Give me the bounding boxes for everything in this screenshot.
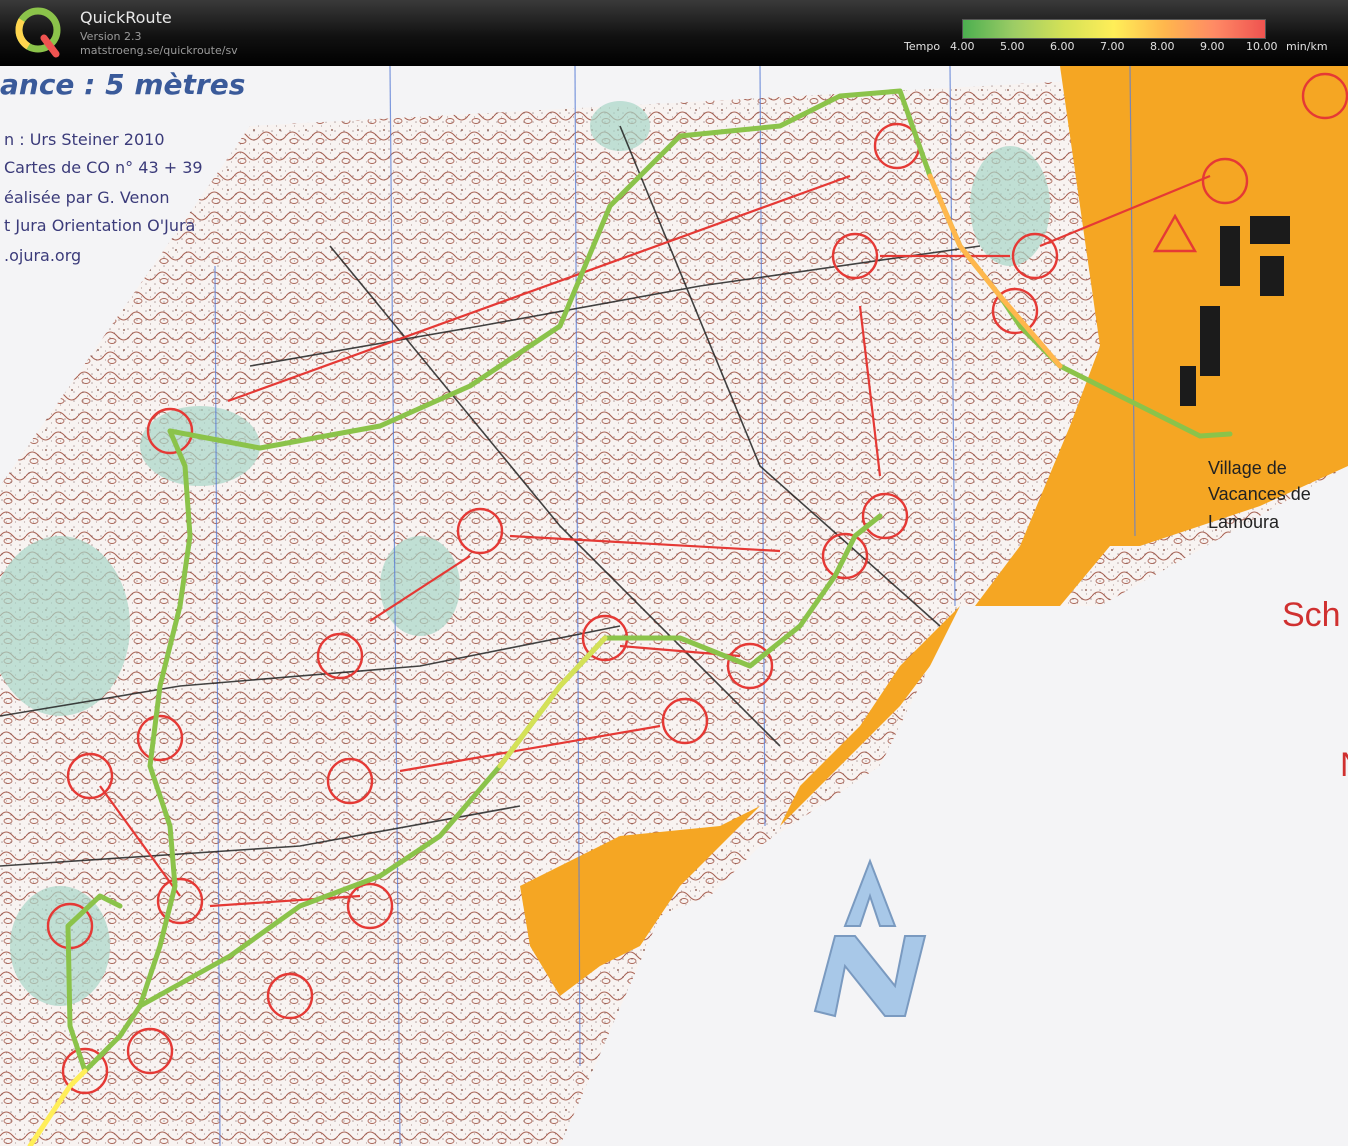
legend-tick: 6.00 — [1050, 40, 1075, 53]
legend-tick: 4.00 — [950, 40, 975, 53]
map-credit-line: t Jura Orientation O'Jura — [4, 216, 196, 235]
legend-tick: 5.00 — [1000, 40, 1025, 53]
legend-label: Tempo — [904, 40, 941, 53]
legend-tick: 7.00 — [1100, 40, 1125, 53]
handwritten-note: N — [1340, 746, 1348, 785]
place-label: Village de — [1208, 458, 1287, 478]
app-version: Version 2.3 — [80, 30, 142, 43]
place-label: Lamoura — [1208, 512, 1280, 532]
legend-tick: 10.00 — [1246, 40, 1278, 53]
place-label: Vacances de — [1208, 484, 1311, 504]
quickroute-logo-icon — [15, 7, 61, 58]
app-title: QuickRoute — [80, 8, 172, 27]
map-credit-line: Cartes de CO n° 43 + 39 — [4, 158, 203, 177]
legend-tick: 9.00 — [1200, 40, 1225, 53]
app-url[interactable]: matstroeng.se/quickroute/sv — [80, 44, 238, 57]
map-canvas — [0, 66, 1348, 1146]
map-credit-line: éalisée par G. Venon — [4, 188, 170, 207]
app-header: QuickRoute Version 2.3 matstroeng.se/qui… — [0, 0, 1348, 66]
legend-unit: min/km — [1286, 40, 1328, 53]
legend-tick: 8.00 — [1150, 40, 1175, 53]
map-scale-text: ance : 5 mètres — [0, 68, 246, 101]
pace-legend-bar — [962, 19, 1266, 39]
map-credit-line: n : Urs Steiner 2010 — [4, 130, 165, 149]
map-credit-line: .ojura.org — [4, 246, 82, 265]
orienteering-map[interactable]: ance : 5 mètres n : Urs Steiner 2010 Car… — [0, 66, 1348, 1146]
handwritten-note: Sch — [1282, 596, 1341, 634]
